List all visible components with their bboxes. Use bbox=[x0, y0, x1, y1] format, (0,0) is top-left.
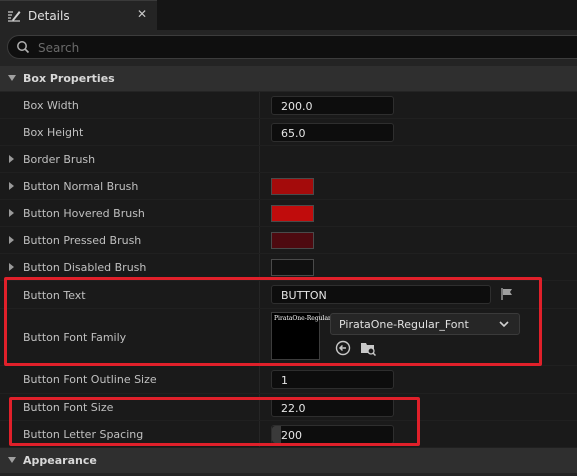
pressed-brush-swatch[interactable] bbox=[271, 232, 314, 249]
column-splitter bbox=[259, 173, 260, 199]
column-splitter bbox=[259, 119, 260, 145]
property-label: Box Width bbox=[23, 99, 79, 112]
search-bar bbox=[0, 30, 577, 62]
expand-arrow-icon[interactable] bbox=[9, 263, 14, 271]
column-splitter bbox=[259, 92, 260, 118]
property-row-pressed-brush[interactable]: Button Pressed Brush bbox=[0, 227, 577, 254]
property-row-normal-brush[interactable]: Button Normal Brush bbox=[0, 173, 577, 200]
close-tab-button[interactable]: ✕ bbox=[137, 7, 147, 21]
tab-title: Details bbox=[28, 9, 70, 23]
box-width-input[interactable]: 200.0 bbox=[271, 96, 394, 115]
box-height-input[interactable]: 65.0 bbox=[271, 123, 394, 142]
category-appearance[interactable]: Appearance bbox=[0, 448, 577, 473]
property-label: Button Normal Brush bbox=[23, 180, 139, 193]
expand-arrow-icon[interactable] bbox=[9, 155, 14, 163]
highlight-box bbox=[4, 277, 542, 366]
search-box bbox=[7, 35, 577, 59]
column-splitter bbox=[259, 146, 260, 172]
property-row-outline-size: Button Font Outline Size 1 bbox=[0, 366, 577, 394]
property-label: Button Font Outline Size bbox=[23, 373, 157, 386]
pencil-details-icon bbox=[8, 11, 21, 22]
box-width-value: 200.0 bbox=[281, 100, 313, 113]
outline-size-input[interactable]: 1 bbox=[271, 370, 394, 389]
normal-brush-swatch[interactable] bbox=[271, 178, 314, 195]
box-height-value: 65.0 bbox=[281, 127, 306, 140]
property-label: Box Height bbox=[23, 126, 84, 139]
disabled-brush-swatch[interactable] bbox=[271, 259, 314, 276]
column-splitter bbox=[259, 200, 260, 226]
property-row-box-width: Box Width 200.0 bbox=[0, 92, 577, 119]
property-label: Border Brush bbox=[23, 153, 96, 166]
outline-size-value: 1 bbox=[281, 374, 288, 387]
property-row-hovered-brush[interactable]: Button Hovered Brush bbox=[0, 200, 577, 227]
search-input[interactable] bbox=[36, 38, 540, 58]
property-label: Button Pressed Brush bbox=[23, 234, 142, 247]
category-label: Appearance bbox=[23, 454, 97, 467]
expand-arrow-icon[interactable] bbox=[9, 209, 14, 217]
expand-arrow-icon[interactable] bbox=[9, 236, 14, 244]
expand-arrow-icon[interactable] bbox=[9, 182, 14, 190]
property-row-box-height: Box Height 65.0 bbox=[0, 119, 577, 146]
column-splitter bbox=[259, 227, 260, 253]
category-box-properties[interactable]: Box Properties bbox=[0, 66, 577, 91]
property-row-border-brush[interactable]: Border Brush bbox=[0, 146, 577, 173]
tab-details[interactable]: Details ✕ bbox=[0, 0, 157, 31]
tab-bar: Details ✕ bbox=[0, 0, 577, 31]
property-label: Button Disabled Brush bbox=[23, 261, 147, 274]
property-label: Button Hovered Brush bbox=[23, 207, 145, 220]
collapse-arrow-icon[interactable] bbox=[8, 75, 16, 81]
column-splitter bbox=[259, 366, 260, 393]
hovered-brush-swatch[interactable] bbox=[271, 205, 314, 222]
highlight-box bbox=[9, 397, 420, 446]
category-label: Box Properties bbox=[23, 72, 115, 85]
search-icon bbox=[17, 41, 30, 54]
collapse-arrow-icon[interactable] bbox=[8, 457, 16, 463]
